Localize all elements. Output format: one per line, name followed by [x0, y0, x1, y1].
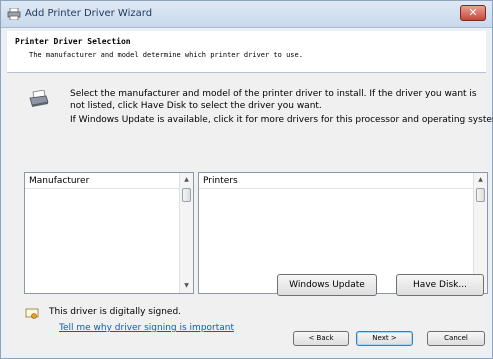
title-bar: Add Printer Driver Wizard ✕: [1, 1, 492, 28]
page-title: Printer Driver Selection: [15, 37, 131, 46]
add-printer-driver-wizard: Add Printer Driver Wizard ✕ Printer Driv…: [0, 0, 493, 359]
scroll-thumb[interactable]: [182, 188, 191, 202]
scroll-down-arrow-icon[interactable]: ▼: [180, 280, 193, 292]
cancel-button[interactable]: Cancel: [427, 331, 485, 346]
page-subtitle: The manufacturer and model determine whi…: [29, 51, 303, 59]
scroll-up-arrow-icon[interactable]: ▲: [180, 174, 193, 186]
scroll-up-arrow-icon[interactable]: ▲: [474, 174, 487, 186]
have-disk-button[interactable]: Have Disk...: [396, 274, 484, 296]
instruction-text: Select the manufacturer and model of the…: [70, 89, 477, 111]
scroll-thumb[interactable]: [476, 188, 485, 202]
manufacturer-list[interactable]: Manufacturer ▲ ▼: [24, 172, 194, 294]
manufacturer-column-header: Manufacturer: [25, 173, 179, 189]
driver-signing-link[interactable]: Tell me why driver signing is important: [59, 323, 234, 333]
back-button[interactable]: < Back: [293, 331, 349, 346]
close-button[interactable]: ✕: [460, 5, 486, 21]
window-title: Add Printer Driver Wizard: [25, 8, 153, 19]
printer-icon: [7, 8, 21, 20]
wizard-body: Select the manufacturer and model of the…: [7, 74, 493, 352]
certificate-icon: [25, 308, 39, 319]
manufacturer-scrollbar[interactable]: ▲ ▼: [179, 173, 193, 293]
driver-signed-status: This driver is digitally signed.: [49, 307, 182, 317]
windows-update-note: If Windows Update is available, click it…: [70, 115, 493, 125]
next-button[interactable]: Next >: [356, 331, 413, 346]
printers-column-header: Printers: [199, 173, 473, 189]
printer-icon: [29, 90, 49, 107]
windows-update-button[interactable]: Windows Update: [277, 274, 377, 296]
wizard-header: Printer Driver Selection The manufacture…: [7, 31, 486, 73]
